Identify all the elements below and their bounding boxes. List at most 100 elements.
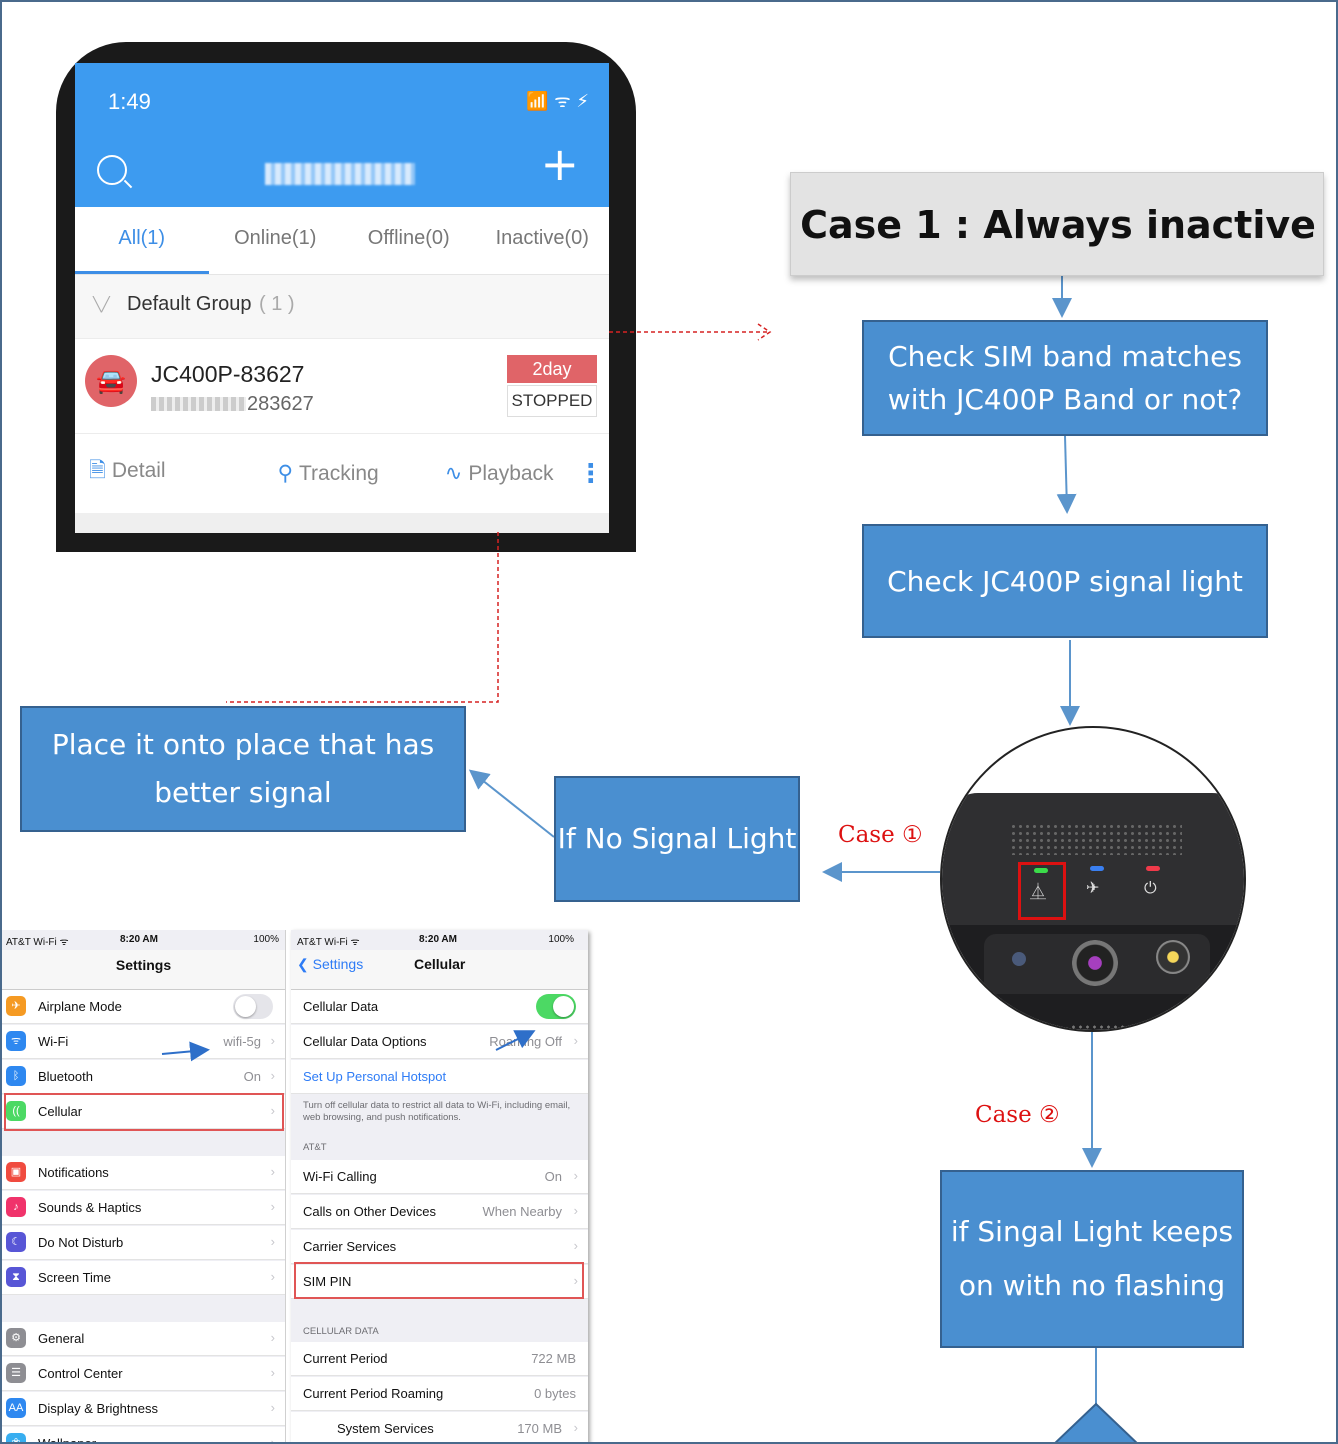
roaming-value: 0 bytes	[534, 1386, 576, 1401]
playback-label: Playback	[468, 462, 554, 485]
list-bottom-strip	[75, 513, 609, 533]
carrier-label-2: AT&T Wi-Fi ᯤ	[297, 937, 360, 948]
data-options-row[interactable]: Cellular Data Options Roaming Off ›	[291, 1025, 588, 1059]
status-badge: STOPPED	[507, 385, 597, 417]
chevron-right-icon: ›	[270, 1400, 275, 1415]
settings-row-label: Wi-Fi	[38, 1034, 69, 1049]
detail-button[interactable]: 🗎 Detail	[89, 456, 166, 491]
document-icon: 🗎	[89, 459, 106, 482]
data-options-label: Cellular Data Options	[303, 1034, 427, 1049]
back-button[interactable]: ❮ Settings	[297, 956, 363, 973]
settings-row-label: Wallpaper	[38, 1436, 97, 1444]
system-services-value: 170 MB	[517, 1421, 562, 1436]
carrier-services-row[interactable]: Carrier Services ›	[291, 1230, 588, 1264]
location-pin-icon: ⚲	[277, 462, 293, 485]
tab-all[interactable]: All(1)	[75, 207, 209, 274]
other-devices-row[interactable]: Calls on Other Devices When Nearby ›	[291, 1195, 588, 1229]
status-icons: 📶 ᯤ ⚡	[526, 91, 589, 112]
plus-icon[interactable]: +	[540, 141, 579, 187]
hotspot-row[interactable]: Set Up Personal Hotspot	[291, 1060, 588, 1094]
tracking-button[interactable]: ⚲ Tracking	[278, 461, 379, 486]
settings-row-label: Airplane Mode	[38, 999, 122, 1014]
bottom-vent	[1070, 1024, 1130, 1030]
carrier-services-label: Carrier Services	[303, 1239, 397, 1254]
wifi-calling-label: Wi-Fi Calling	[303, 1169, 377, 1184]
playback-button[interactable]: ∿ Playback	[445, 461, 554, 486]
group-name: Default Group	[127, 293, 252, 315]
device-name[interactable]: JC400P-83627	[151, 361, 304, 388]
ios-nav-bar: Settings	[2, 950, 285, 990]
arrow-step1-to-step2	[1056, 435, 1077, 514]
current-period-row: Current Period 722 MB	[291, 1342, 588, 1376]
satellite-icon: ✈	[1086, 878, 1100, 897]
tab-inactive[interactable]: Inactive(0)	[476, 207, 610, 274]
settings-row-label: Do Not Disturb	[38, 1235, 124, 1250]
hotspot-link[interactable]: Set Up Personal Hotspot	[303, 1069, 446, 1084]
settings-row[interactable]: ☰ Control Center ›	[2, 1357, 285, 1391]
tab-offline[interactable]: Offline(0)	[342, 207, 476, 274]
settings-row[interactable]: ▣ Notifications ›	[2, 1156, 285, 1190]
battery-label-2: 100%	[548, 934, 574, 945]
settings-row-label: Display & Brightness	[38, 1401, 158, 1416]
cellular-data-label: Cellular Data	[303, 999, 379, 1014]
settings-row-label: Control Center	[38, 1366, 123, 1381]
chevron-right-icon: ›	[270, 1234, 275, 1249]
car-icon: 🚘	[85, 355, 137, 407]
power-icon: ⏻	[1144, 878, 1157, 897]
ios-status-bar: AT&T Wi-Fi ᯤ 8:20 AM 100%	[2, 930, 285, 950]
settings-row-icon: ☾	[6, 1232, 26, 1252]
cellular-data-header: CELLULAR DATA	[303, 1326, 379, 1337]
device-body-top	[942, 793, 1244, 925]
settings-row[interactable]: ᛒ Bluetooth On ›	[2, 1060, 285, 1094]
settings-row[interactable]: ⧗ Screen Time ›	[2, 1261, 285, 1295]
case-title-box: Case 1 : Always inactive	[790, 172, 1324, 276]
step-check-sim-band: Check SIM band matches with JC400P Band …	[862, 320, 1268, 436]
chevron-right-icon: ›	[270, 1199, 275, 1214]
data-options-value: Roaming Off	[489, 1034, 562, 1049]
camera-lens	[1072, 940, 1118, 986]
ios-cellular-screenshot: AT&T Wi-Fi ᯤ 8:20 AM 100% ❮ Settings Cel…	[291, 930, 588, 1442]
ir-lens	[1156, 940, 1190, 974]
search-icon[interactable]	[97, 155, 127, 185]
wifi-calling-value: On	[544, 1169, 562, 1184]
group-row[interactable]: ╲╱ Default Group ( 1 )	[75, 275, 609, 339]
tracking-label: Tracking	[298, 462, 379, 485]
jc400p-device-photo: ⏅ ✈ ⏻	[940, 726, 1246, 1032]
settings-row[interactable]: ☾ Do Not Disturb ›	[2, 1226, 285, 1260]
chevron-right-icon: ›	[573, 1168, 578, 1183]
chevron-right-icon: ›	[573, 1420, 578, 1435]
wifi-calling-row[interactable]: Wi-Fi Calling On ›	[291, 1160, 588, 1194]
chevron-right-icon: ›	[270, 1330, 275, 1345]
current-period-value: 722 MB	[531, 1351, 576, 1366]
app-title-blurred	[265, 163, 415, 185]
toggle-knob	[553, 996, 574, 1017]
case-2-label: Case ②	[975, 1102, 1060, 1128]
light-sensor	[1012, 952, 1026, 966]
cellular-data-row[interactable]: Cellular Data	[291, 990, 588, 1024]
roaming-row: Current Period Roaming 0 bytes	[291, 1377, 588, 1411]
app-header: 1:49 📶 ᯤ ⚡ +	[75, 63, 609, 207]
tab-online[interactable]: Online(1)	[209, 207, 343, 274]
settings-row-value: On	[243, 1069, 261, 1084]
settings-row[interactable]: ᯤ Wi-Fi wifi-5g ›	[2, 1025, 285, 1059]
settings-row[interactable]: ⚙ General ›	[2, 1322, 285, 1356]
settings-row-icon: ❀	[6, 1433, 26, 1442]
settings-row[interactable]: ❀ Wallpaper ›	[2, 1427, 285, 1444]
settings-row-icon: ▣	[6, 1162, 26, 1182]
settings-row[interactable]: ✈ Airplane Mode	[2, 990, 285, 1024]
step-signal-light-steady: if Singal Light keeps on with no flashin…	[940, 1170, 1244, 1348]
cellular-data-toggle[interactable]	[536, 994, 576, 1019]
dashed-connector-down	[226, 532, 499, 703]
settings-row[interactable]: AA Display & Brightness ›	[2, 1392, 285, 1426]
chevron-right-icon: ›	[270, 1435, 275, 1444]
cellular-title: Cellular	[414, 956, 466, 972]
status-time: 1:49	[108, 89, 151, 114]
more-icon[interactable]: ⋮	[578, 459, 604, 489]
settings-row[interactable]: ♪ Sounds & Haptics ›	[2, 1191, 285, 1225]
airplane-toggle[interactable]	[233, 994, 273, 1019]
battery-label: 100%	[253, 934, 279, 945]
system-services-row[interactable]: System Services 170 MB ›	[291, 1412, 588, 1442]
settings-row-icon: ᯤ	[6, 1031, 26, 1051]
toggle-knob	[235, 996, 256, 1017]
case-title: Case 1 : Always inactive	[800, 203, 1316, 247]
